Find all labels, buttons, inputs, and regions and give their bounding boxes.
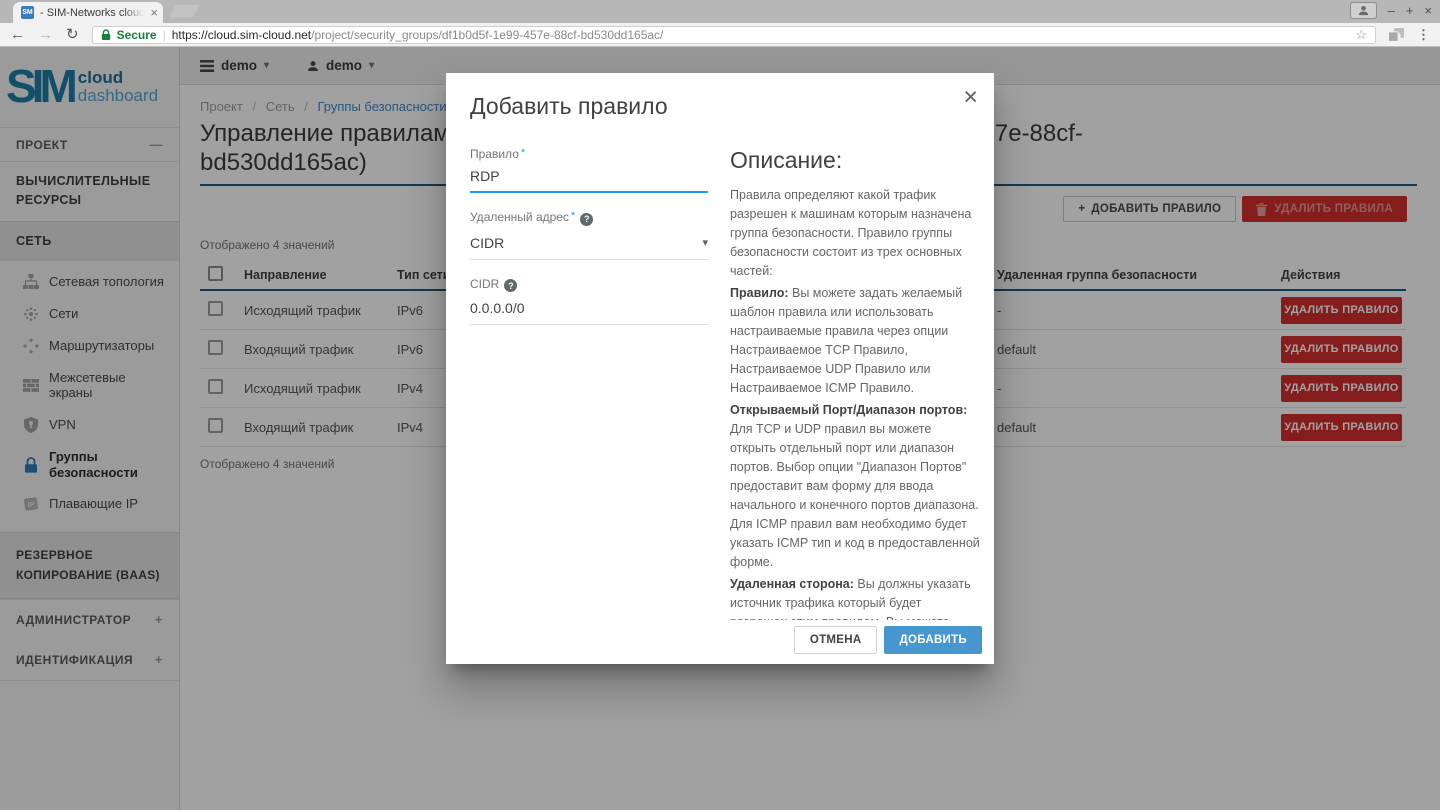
- cidr-field-label: CIDR?: [470, 277, 708, 293]
- browser-toolbar: ← → ↻ Secure | https://cloud.sim-cloud.n…: [0, 23, 1440, 47]
- description-heading: Описание:: [730, 147, 980, 174]
- modal-title: Добавить правило: [470, 93, 970, 120]
- tab-close-icon[interactable]: ×: [150, 6, 158, 19]
- browser-tab[interactable]: SM - SIM-Networks cloud m ×: [13, 2, 163, 23]
- add-rule-modal: Добавить правило × Правило* Удаленный ад…: [446, 73, 994, 664]
- window-maximize-button[interactable]: +: [1406, 4, 1414, 17]
- screen: SM - SIM-Networks cloud m × – + × ← → ↻ …: [0, 0, 1440, 810]
- rule-field-label: Правило*: [470, 147, 708, 161]
- padlock-icon: [101, 29, 111, 41]
- window-restore-icon[interactable]: [1389, 28, 1404, 41]
- browser-menu-icon[interactable]: ⋮: [1417, 27, 1430, 43]
- url-text[interactable]: https://cloud.sim-cloud.net/project/secu…: [172, 28, 1350, 42]
- reload-icon[interactable]: ↻: [66, 27, 79, 42]
- rule-form: Правило* Удаленный адрес*? CIDR ▾ CIDR?: [470, 147, 708, 620]
- required-asterisk: *: [521, 147, 525, 159]
- chevron-down-icon: ▾: [702, 236, 708, 249]
- forward-icon: →: [38, 27, 53, 42]
- submit-button[interactable]: ДОБАВИТЬ: [884, 626, 982, 654]
- back-icon[interactable]: ←: [10, 27, 25, 42]
- favicon: SM: [21, 6, 34, 19]
- cidr-input[interactable]: [470, 293, 708, 325]
- page: SIM cloud dashboard ПРОЕКТ — ВЫЧИСЛИТЕЛЬ…: [0, 47, 1440, 810]
- rule-input[interactable]: [470, 162, 708, 193]
- window-close-button[interactable]: ×: [1424, 4, 1432, 17]
- person-icon: [1358, 5, 1369, 16]
- browser-titlebar: SM - SIM-Networks cloud m × – + ×: [0, 0, 1440, 23]
- window-minimize-button[interactable]: –: [1388, 4, 1395, 17]
- profile-button[interactable]: [1350, 2, 1377, 19]
- close-icon[interactable]: ×: [963, 85, 978, 110]
- required-asterisk: *: [571, 210, 575, 222]
- address-bar[interactable]: Secure | https://cloud.sim-cloud.net/pro…: [92, 26, 1376, 44]
- rule-description: Описание: Правила определяют какой трафи…: [730, 147, 982, 620]
- help-icon[interactable]: ?: [504, 279, 517, 292]
- remote-select[interactable]: CIDR ▾: [470, 227, 708, 260]
- new-tab-button[interactable]: [169, 5, 200, 18]
- bookmark-star-icon[interactable]: ☆: [1355, 27, 1367, 43]
- url-host: https://cloud.sim-cloud.net: [172, 28, 311, 42]
- help-icon[interactable]: ?: [580, 213, 593, 226]
- remote-field-label: Удаленный адрес*?: [470, 210, 708, 226]
- cancel-button[interactable]: ОТМЕНА: [794, 626, 878, 654]
- secure-label[interactable]: Secure: [117, 28, 157, 42]
- tab-title: - SIM-Networks cloud m: [40, 7, 144, 19]
- url-path: /project/security_groups/df1b0d5f-1e99-4…: [311, 28, 663, 42]
